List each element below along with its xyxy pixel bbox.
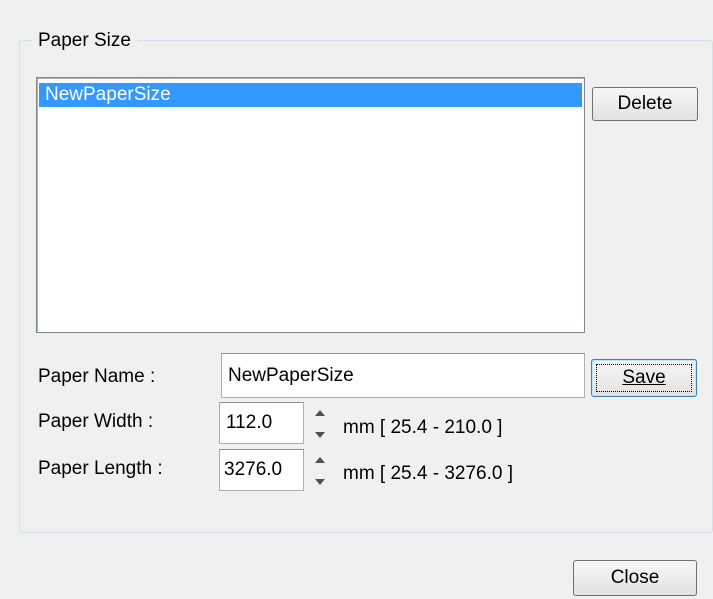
triangle-up-icon[interactable]	[315, 457, 325, 463]
group-title: Paper Size	[32, 31, 137, 51]
delete-button[interactable]: Delete	[592, 87, 698, 121]
list-item[interactable]: NewPaperSize	[39, 83, 582, 107]
paper-width-input[interactable]	[219, 402, 304, 444]
triangle-down-icon[interactable]	[315, 479, 325, 485]
paper-length-label: Paper Length :	[38, 458, 163, 479]
delete-button-label: Delete	[617, 93, 673, 114]
focus-ring	[596, 364, 692, 392]
width-range-text: mm [ 25.4 - 210.0 ]	[343, 417, 503, 438]
length-range-text: mm [ 25.4 - 3276.0 ]	[343, 463, 514, 484]
save-button[interactable]: Save	[591, 359, 697, 397]
paper-width-label: Paper Width :	[38, 411, 154, 432]
length-spinner[interactable]	[311, 449, 329, 491]
width-spinner[interactable]	[311, 402, 329, 444]
paper-length-input[interactable]	[219, 449, 304, 491]
triangle-up-icon[interactable]	[315, 410, 325, 416]
paper-size-list[interactable]: NewPaperSize	[36, 77, 585, 333]
triangle-down-icon[interactable]	[315, 432, 325, 438]
close-button[interactable]: Close	[573, 560, 697, 596]
paper-name-input[interactable]	[221, 353, 585, 398]
paper-name-label: Paper Name :	[38, 366, 156, 387]
close-button-label: Close	[610, 567, 660, 588]
